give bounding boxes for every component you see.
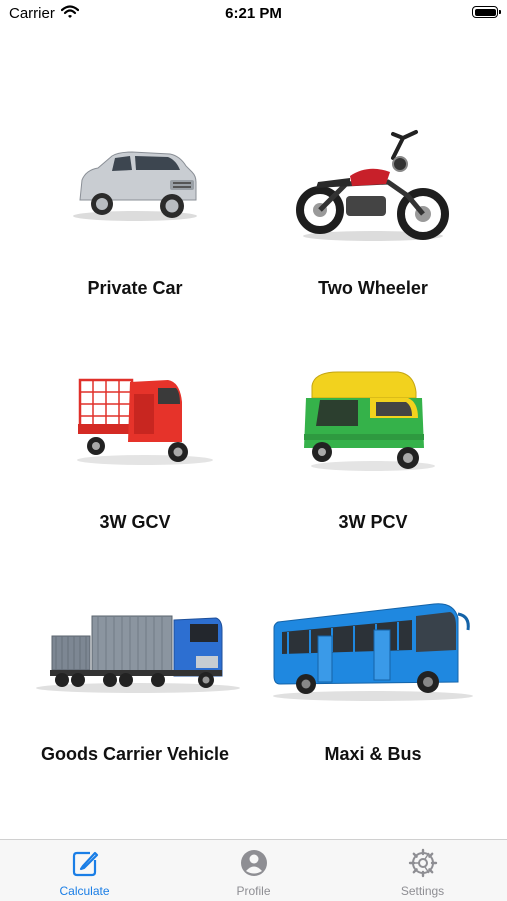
vehicle-label: Maxi & Bus	[324, 744, 422, 764]
truck-trailer-image	[36, 615, 240, 693]
suv-car-image	[73, 151, 197, 221]
vehicle-label: Goods Carrier Vehicle	[40, 744, 230, 764]
vehicle-tile-3w-pcv[interactable]: 3W PCV	[258, 362, 488, 572]
tab-label: Settings	[400, 884, 445, 898]
tab-profile[interactable]: Profile	[169, 840, 338, 901]
tab-label: Calculate	[59, 884, 110, 898]
tab-settings[interactable]: Settings	[338, 840, 507, 901]
vehicle-label: 3W PCV	[338, 512, 408, 532]
vehicle-tile-goods-carrier[interactable]: Goods Carrier Vehicle	[20, 596, 250, 806]
vehicle-tile-two-wheeler[interactable]: Two Wheeler	[258, 118, 488, 328]
vehicle-tile-maxi-bus[interactable]: Maxi & Bus	[258, 596, 488, 806]
edit-icon	[72, 851, 98, 877]
gear-icon	[408, 848, 437, 878]
status-time: 6:21 PM	[225, 5, 282, 22]
vehicle-tile-private-car[interactable]: Private Car	[20, 118, 250, 328]
motorcycle-image	[296, 130, 449, 241]
vehicle-label: 3W GCV	[99, 512, 171, 532]
auto-rickshaw-image	[304, 371, 435, 471]
battery-icon	[472, 6, 501, 18]
status-bar: Carrier 6:21 PM	[0, 0, 507, 30]
cargo-three-wheeler-image	[77, 378, 213, 465]
vehicle-label: Two Wheeler	[318, 278, 428, 298]
vehicle-tile-3w-gcv[interactable]: 3W GCV	[20, 362, 250, 572]
tab-label: Profile	[236, 884, 271, 898]
tab-calculate[interactable]: Calculate	[0, 840, 169, 901]
vehicle-label: Private Car	[87, 278, 183, 298]
bus-image	[273, 603, 473, 701]
person-icon	[240, 850, 267, 876]
tab-bar: Calculate Profile Settings	[0, 839, 507, 901]
